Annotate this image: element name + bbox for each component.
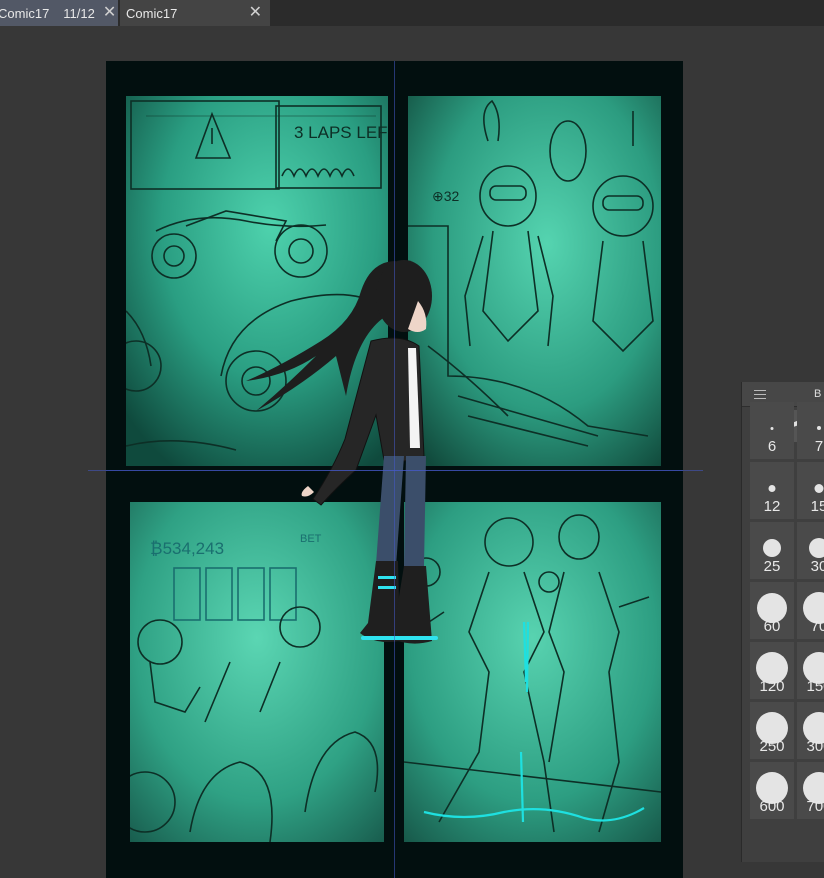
brush-size-label: 30: [810, 558, 824, 575]
tab-title: Comic17: [126, 5, 178, 21]
brush-size-label: 12: [763, 498, 781, 515]
brush-size-15[interactable]: 15: [797, 462, 824, 519]
close-icon[interactable]: ✕: [249, 5, 262, 21]
brush-size-600[interactable]: 600: [750, 762, 794, 819]
brush-size-label: 150: [806, 678, 824, 695]
brush-size-label: 70: [810, 618, 824, 635]
brush-size-dot-icon: [817, 426, 821, 430]
brush-size-label: 600: [759, 798, 785, 815]
tab-title: Comic17: [0, 5, 50, 21]
laps-left-sign: 3 LAPS LEFT: [294, 123, 388, 142]
brush-size-label: 7: [814, 438, 824, 455]
brush-size-30[interactable]: 30: [797, 522, 824, 579]
brush-size-label: 700: [806, 798, 824, 815]
brush-size-label: 6: [767, 438, 777, 455]
brush-size-label: 250: [759, 738, 785, 755]
brush-size-25[interactable]: 25: [750, 522, 794, 579]
brush-size-grid: 6 7 12 15 25 30 60 70 120 150 250 300 600 700: [750, 402, 824, 819]
brush-size-dot-icon: [814, 483, 824, 493]
brush-size-dot-icon: [809, 538, 824, 558]
brush-size-60[interactable]: 60: [750, 582, 794, 639]
main-character-figure: [246, 256, 456, 666]
brush-size-70[interactable]: 70: [797, 582, 824, 639]
brush-size-label: 25: [763, 558, 781, 575]
brush-size-dot-icon: [763, 539, 781, 557]
panel-number-label: ⊕32: [432, 188, 460, 204]
brush-size-panel: B 6 7 12 15 25 30 60 70 120 150 250 300 600 700: [741, 382, 824, 862]
brush-size-120[interactable]: 120: [750, 642, 794, 699]
bet-amount: ₿534,243: [150, 539, 224, 558]
brush-size-12[interactable]: 12: [750, 462, 794, 519]
tab-comic17[interactable]: Comic17 ✕: [120, 0, 270, 26]
brush-size-300[interactable]: 300: [797, 702, 824, 759]
brush-size-250[interactable]: 250: [750, 702, 794, 759]
canvas-area[interactable]: 3 LAPS LEFT ⊕32 ₿534,243 BET: [0, 26, 824, 878]
brush-size-label: 60: [763, 618, 781, 635]
brush-size-700[interactable]: 700: [797, 762, 824, 819]
brush-size-dot-icon: [770, 426, 774, 430]
brush-size-label: 300: [806, 738, 824, 755]
brush-size-150[interactable]: 150: [797, 642, 824, 699]
brush-size-7[interactable]: 7: [797, 402, 824, 459]
brush-size-dot-icon: [768, 484, 776, 492]
brush-size-6[interactable]: 6: [750, 402, 794, 459]
guide-line-horizontal-ext: [88, 470, 703, 471]
close-icon[interactable]: ✕: [103, 5, 116, 21]
brush-size-label: 120: [759, 678, 785, 695]
menu-icon[interactable]: [754, 389, 766, 399]
boots: [360, 561, 432, 644]
document-tab-bar: Comic17 11/12 ✕ Comic17 ✕: [0, 0, 824, 26]
brush-size-label: 15: [810, 498, 824, 515]
brush-panel-title: B: [814, 388, 822, 400]
tab-page-indicator: 11/12: [63, 5, 95, 21]
tab-comic17-active[interactable]: Comic17 11/12 ✕: [0, 0, 118, 26]
legs: [376, 456, 426, 566]
hand: [301, 486, 314, 497]
